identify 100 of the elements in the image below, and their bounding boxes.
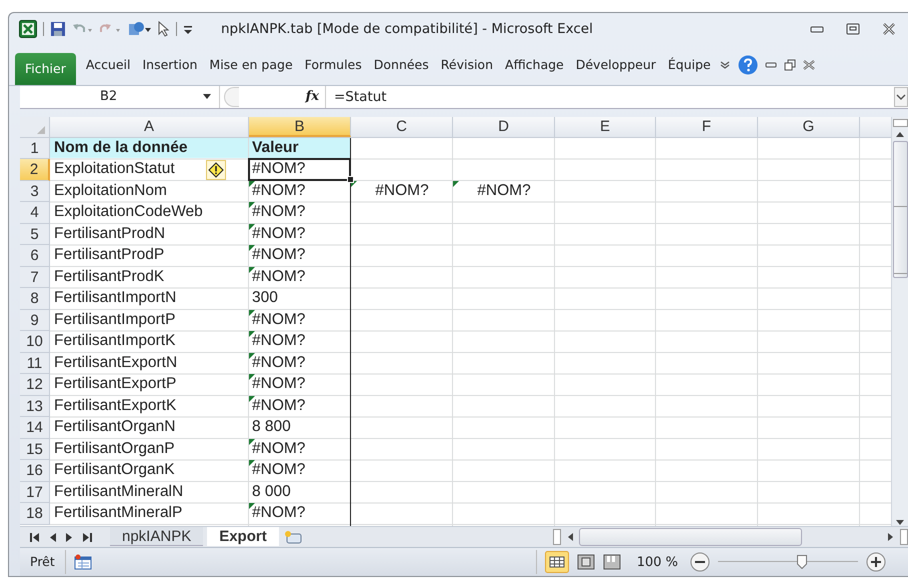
ribbon-tab[interactable]: Affichage xyxy=(501,50,568,79)
normal-view-icon[interactable] xyxy=(544,551,569,574)
row-header[interactable]: 10 xyxy=(20,331,50,353)
scroll-thumb[interactable] xyxy=(892,140,908,278)
row-header[interactable]: 3 xyxy=(20,180,50,202)
row-header[interactable]: 8 xyxy=(20,288,50,310)
split-handle[interactable] xyxy=(892,118,908,127)
help-icon[interactable] xyxy=(738,54,758,75)
column-header[interactable]: G xyxy=(758,116,860,137)
expand-icon[interactable] xyxy=(894,86,908,107)
page-layout-icon[interactable] xyxy=(576,554,595,570)
column-header[interactable]: F xyxy=(656,116,758,137)
restore-icon[interactable] xyxy=(784,58,796,71)
previous-sheet-icon[interactable] xyxy=(49,532,56,542)
table-cell-text: FertilisantImportK xyxy=(53,331,176,352)
table-cell-text: #NOM? xyxy=(251,245,306,266)
scroll-right-icon[interactable] xyxy=(888,532,894,542)
split-handle[interactable] xyxy=(553,529,561,546)
row-header[interactable]: 18 xyxy=(20,503,50,525)
row-header[interactable]: 12 xyxy=(20,374,50,396)
formula-field[interactable]: =Statut xyxy=(326,86,894,108)
table-cell-text: #NOM? xyxy=(251,396,306,416)
column-header[interactable]: E xyxy=(555,116,656,137)
collapse-ribbon-icon[interactable] xyxy=(718,60,731,70)
horizontal-scrollbar[interactable] xyxy=(553,528,908,546)
table-cell-text: #NOM? xyxy=(251,438,306,459)
close-icon[interactable] xyxy=(802,60,815,70)
close-icon[interactable] xyxy=(882,22,896,35)
row-header[interactable]: 15 xyxy=(20,438,50,460)
last-sheet-icon[interactable] xyxy=(83,532,92,542)
table-cell-text: FertilisantImportP xyxy=(53,310,176,330)
next-sheet-icon[interactable] xyxy=(66,532,73,542)
ribbon-tab[interactable]: Équipe xyxy=(664,50,715,79)
first-sheet-icon[interactable] xyxy=(30,532,39,542)
minimize-icon[interactable] xyxy=(764,60,777,69)
vertical-scrollbar[interactable] xyxy=(891,116,908,526)
table-cell-text: #NOM? xyxy=(251,460,306,480)
ribbon-tab[interactable]: Accueil xyxy=(82,50,134,79)
table-cell-text: FertilisantMineralP xyxy=(53,503,184,524)
save-icon[interactable] xyxy=(50,20,66,37)
cursor-icon[interactable] xyxy=(158,20,170,37)
ribbon-tab[interactable]: Révision xyxy=(436,50,498,79)
table-cell-text: FertilisantExportP xyxy=(53,374,178,394)
scroll-left-icon[interactable] xyxy=(567,532,573,542)
table-cell-text: ExploitationNom xyxy=(53,180,168,201)
table-cell-text: 8 800 xyxy=(251,417,292,438)
window-title: npkIANPK.tab [Mode de compatibilité] - Microsoft Excel xyxy=(221,20,593,37)
minimize-icon[interactable] xyxy=(810,24,824,34)
sheet-tab[interactable]: Export xyxy=(207,527,279,546)
table-cell-text: ExploitationCodeWeb xyxy=(53,202,204,222)
ribbon-tab[interactable]: Données xyxy=(370,50,433,79)
column-header[interactable]: C xyxy=(351,116,453,137)
zoom-out-icon[interactable] xyxy=(690,552,710,572)
zoom-level[interactable]: 100 % xyxy=(628,554,682,570)
table-cell-text: #NOM? xyxy=(251,310,306,330)
table-cell-text: #NOM? xyxy=(251,224,306,244)
row-header[interactable]: 13 xyxy=(20,396,50,418)
row-header[interactable]: 5 xyxy=(20,224,50,246)
row-header[interactable]: 17 xyxy=(20,482,50,504)
ribbon-tab[interactable]: Mise en page xyxy=(205,50,297,79)
ribbon-tab[interactable]: Formules xyxy=(300,50,366,79)
row-header[interactable]: 6 xyxy=(20,245,50,267)
table-cell-text: FertilisantOrganN xyxy=(53,417,176,438)
row-header[interactable]: 7 xyxy=(20,266,50,288)
table-cell-text: FertilisantImportN xyxy=(53,288,178,308)
row-header[interactable]: 14 xyxy=(20,417,50,439)
warning-icon[interactable] xyxy=(206,160,226,180)
split-handle[interactable] xyxy=(900,529,908,546)
ribbon-tab[interactable]: Insertion xyxy=(138,50,202,79)
insert-function-button[interactable]: fx xyxy=(239,86,326,108)
table-cell-text: #NOM? xyxy=(251,503,306,524)
table-cell-text: #NOM? xyxy=(251,352,306,373)
macro-record-icon[interactable] xyxy=(74,554,92,570)
row-header[interactable]: 11 xyxy=(20,352,50,374)
status-text: Prêt xyxy=(30,550,66,574)
name-box[interactable]: B2 xyxy=(20,86,220,108)
splitter-handle[interactable] xyxy=(224,86,239,107)
fill-handle[interactable] xyxy=(347,176,354,183)
ribbon-tab[interactable]: Fichier xyxy=(15,52,76,85)
column-header[interactable]: D xyxy=(453,116,555,137)
zoom-in-icon[interactable] xyxy=(866,552,886,572)
page-break-icon[interactable] xyxy=(602,554,621,570)
row-header[interactable]: 9 xyxy=(20,310,50,332)
row-header[interactable]: 4 xyxy=(20,202,50,224)
new-sheet-icon[interactable] xyxy=(282,530,303,544)
maximize-icon[interactable] xyxy=(846,22,860,35)
row-header[interactable]: 2 xyxy=(20,159,50,181)
dropdown-icon[interactable] xyxy=(203,94,211,100)
row-header[interactable]: 1 xyxy=(20,138,50,160)
sheet-tab[interactable]: npkIANPK xyxy=(110,527,204,546)
column-header[interactable]: B xyxy=(249,116,351,137)
scroll-up-icon[interactable] xyxy=(895,130,905,137)
ribbon-tab[interactable]: Développeur xyxy=(572,50,660,79)
row-header[interactable]: 16 xyxy=(20,460,50,482)
table-cell-text: FertilisantOrganK xyxy=(53,460,176,480)
slider-thumb[interactable] xyxy=(797,555,807,570)
scroll-thumb[interactable] xyxy=(579,528,802,546)
table-cell-text: 300 xyxy=(251,288,279,308)
table-cell-text: #NOM? xyxy=(251,266,306,287)
dropdown-tool-icon[interactable] xyxy=(128,20,152,37)
